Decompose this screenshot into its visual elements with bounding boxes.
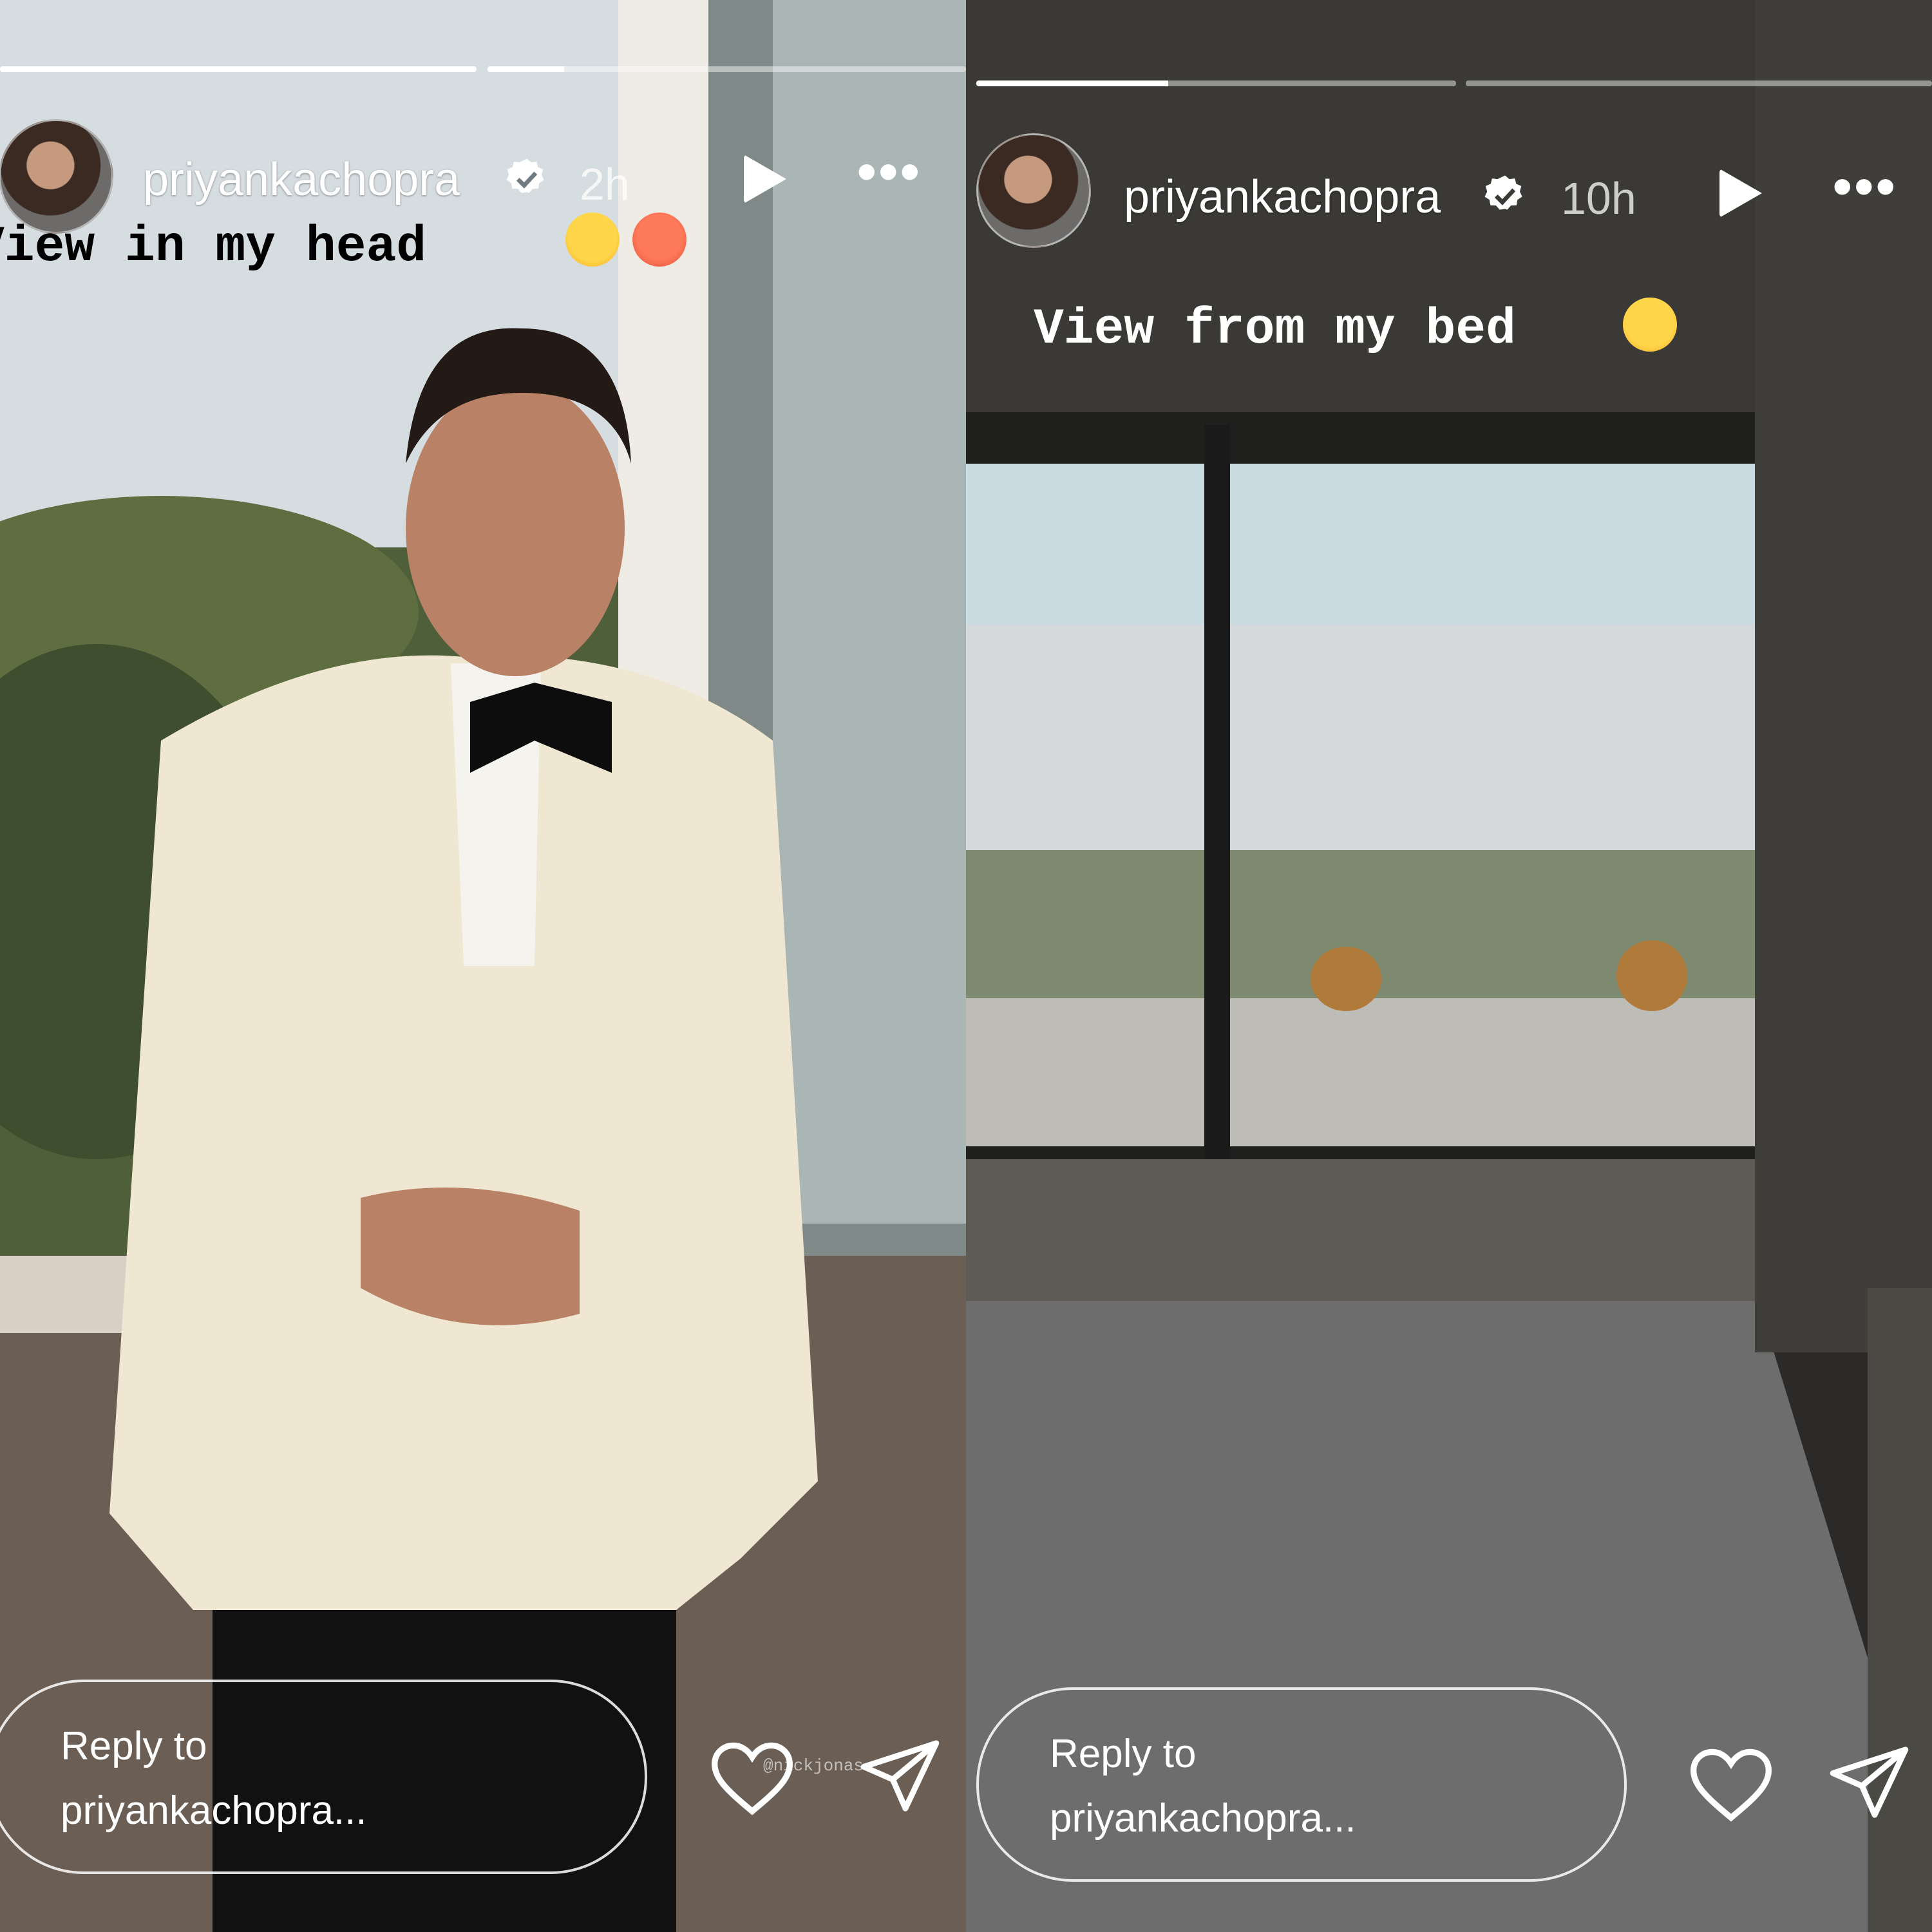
story-caption: View from my bed — [1034, 301, 1516, 358]
story-progress-1 — [976, 80, 1456, 86]
reply-input[interactable]: Reply to priyankachopra... — [0, 1680, 647, 1874]
heart-eyes-emoji — [565, 213, 620, 267]
username[interactable]: priyankachopra — [1124, 171, 1441, 223]
username[interactable]: priyankachopra — [143, 153, 460, 206]
avatar[interactable] — [0, 119, 113, 234]
story-progress-2 — [1466, 80, 1932, 86]
more-options-icon[interactable]: ••• — [1832, 158, 1897, 216]
reply-placeholder-line1: Reply to — [61, 1724, 207, 1768]
story-photo — [966, 0, 1932, 1932]
reply-placeholder-line2: priyankachopra... — [1050, 1796, 1356, 1841]
story-caption: View in my head — [0, 219, 427, 276]
send-icon[interactable] — [857, 1732, 943, 1819]
play-icon[interactable] — [1719, 169, 1762, 218]
timestamp: 10h — [1561, 173, 1636, 223]
heart-icon[interactable] — [1686, 1742, 1776, 1826]
story-panel-left[interactable]: priyankachopra 2h ••• View in my head @n… — [0, 0, 966, 1932]
reply-input[interactable]: Reply to priyankachopra... — [976, 1687, 1627, 1882]
reply-placeholder-line2: priyankachopra... — [61, 1788, 367, 1833]
play-icon[interactable] — [744, 155, 786, 204]
heart-eyes-emoji — [1623, 298, 1677, 352]
avatar[interactable] — [976, 133, 1091, 248]
timestamp: 2h — [580, 159, 630, 209]
more-options-icon[interactable]: ••• — [857, 143, 922, 201]
reply-placeholder-line1: Reply to — [1050, 1732, 1197, 1776]
story-panel-right[interactable]: priyankachopra 10h ••• View from my bed … — [966, 0, 1932, 1932]
hot-face-emoji — [632, 213, 687, 267]
story-photo — [0, 0, 966, 1932]
verified-badge-icon — [1484, 175, 1522, 210]
story-progress-2 — [488, 66, 966, 72]
send-icon[interactable] — [1826, 1739, 1913, 1826]
heart-icon[interactable] — [707, 1736, 797, 1819]
verified-badge-icon — [506, 158, 544, 193]
story-progress-1 — [0, 66, 477, 72]
